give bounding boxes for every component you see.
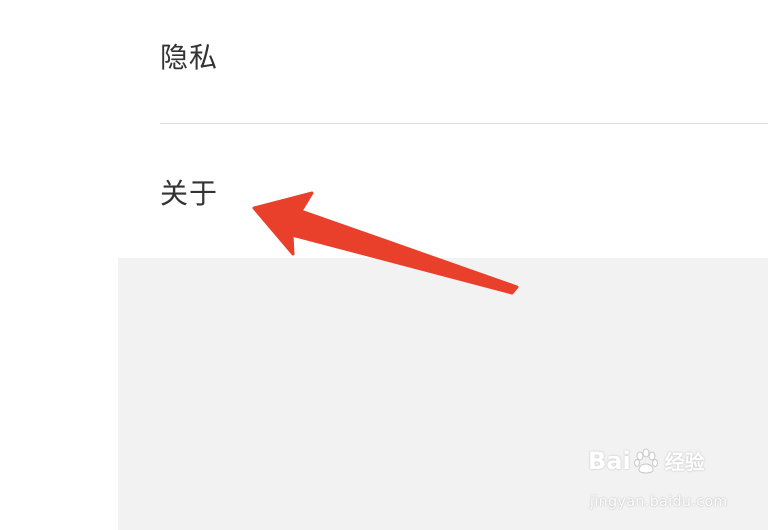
- settings-item-label: 关于: [160, 177, 219, 210]
- settings-list: 隐私 关于: [0, 0, 768, 258]
- watermark-brand-cn: 经验: [664, 450, 705, 474]
- settings-item-label: 隐私: [160, 41, 219, 74]
- paw-icon: [633, 448, 658, 473]
- watermark-brand-prefix: Bai: [588, 446, 631, 475]
- watermark: Bai 经验 jingyan.baidu.com: [588, 446, 730, 520]
- watermark-logo: Bai 经验: [588, 446, 705, 475]
- settings-item-privacy[interactable]: 隐私: [160, 26, 768, 86]
- watermark-url: jingyan.baidu.com: [590, 494, 728, 510]
- divider: [160, 123, 768, 124]
- settings-item-about[interactable]: 关于: [160, 162, 768, 222]
